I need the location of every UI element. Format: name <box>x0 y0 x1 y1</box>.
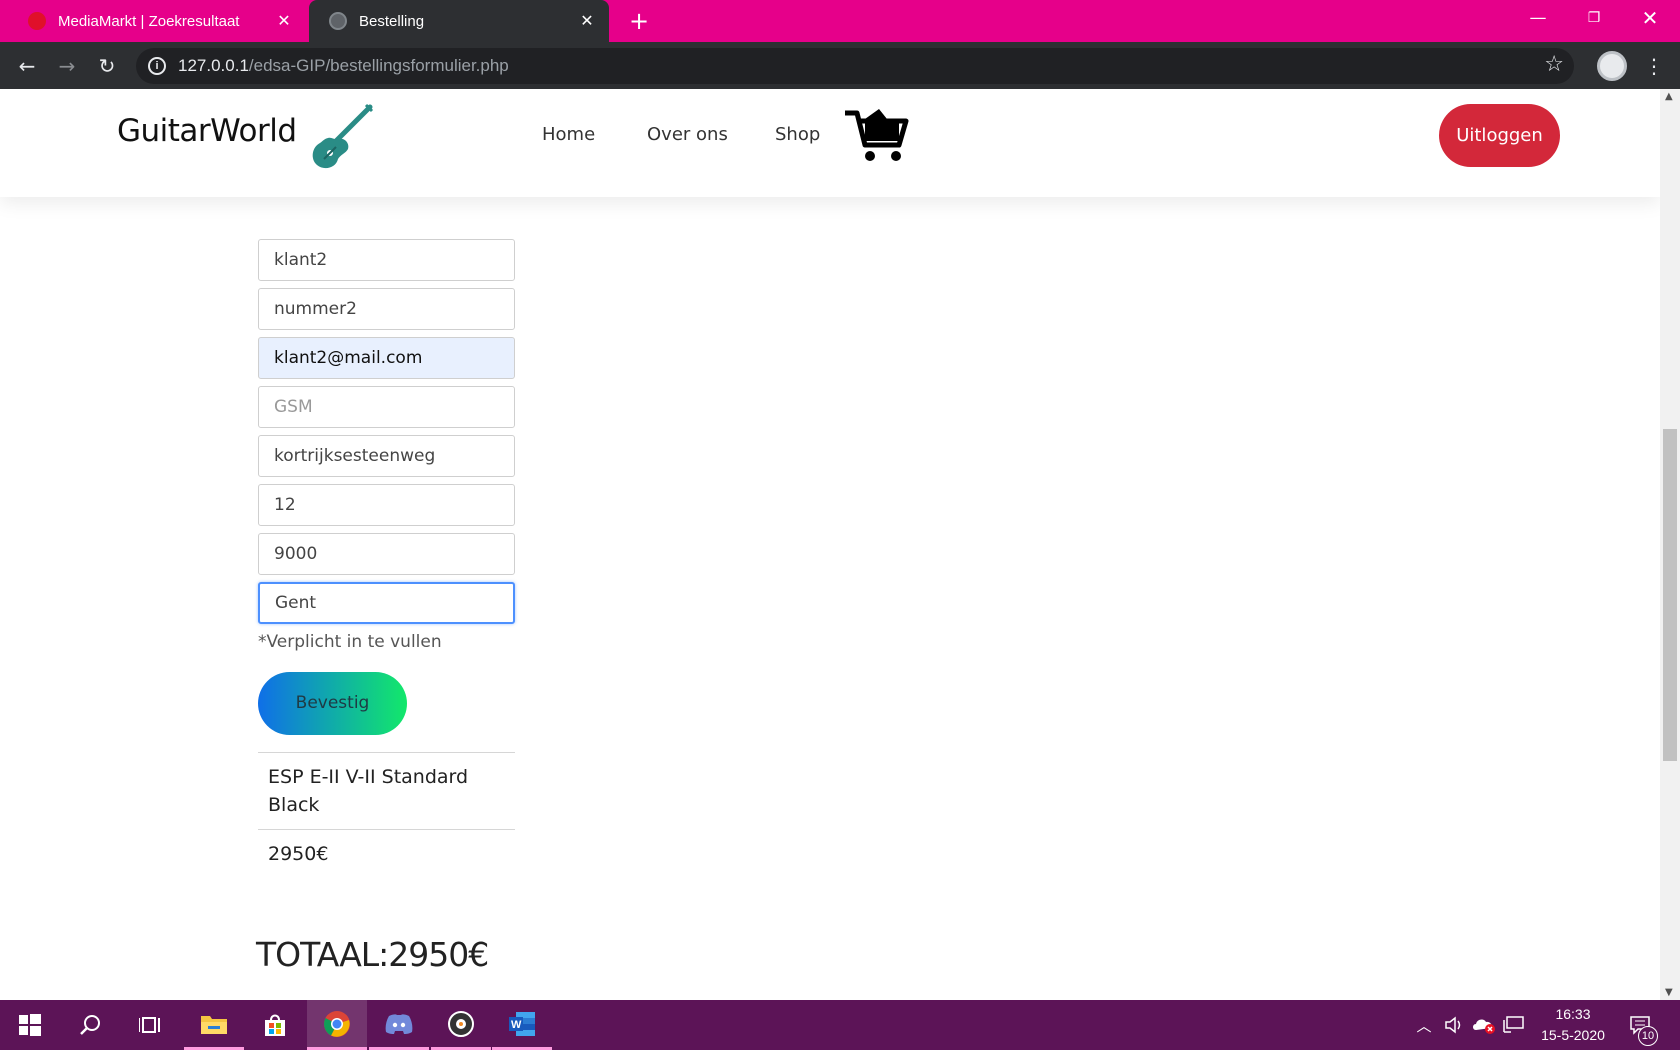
profile-avatar-icon[interactable] <box>1597 51 1627 81</box>
site-info-icon[interactable]: i <box>148 57 166 75</box>
confirm-button[interactable]: Bevestig <box>258 672 407 735</box>
shopping-cart-icon[interactable] <box>843 107 909 165</box>
site-logo[interactable]: GuitarWorld <box>117 113 297 149</box>
nav-home-link[interactable]: Home <box>542 124 595 145</box>
minimize-window-icon[interactable]: — <box>1510 0 1566 38</box>
required-note: *Verplicht in te vullen <box>258 632 442 652</box>
browser-tab-strip: MediaMarkt | Zoekresultaat ✕ Bestelling … <box>0 0 1680 42</box>
phone-input[interactable] <box>258 386 515 428</box>
windows-start-icon[interactable] <box>0 1000 60 1050</box>
city-input[interactable] <box>258 582 515 624</box>
tab-title: Bestelling <box>359 12 425 30</box>
nav-shop-link[interactable]: Shop <box>775 124 820 145</box>
globe-favicon-icon <box>329 12 347 30</box>
tab-title: MediaMarkt | Zoekresultaat <box>58 12 240 30</box>
tab-mediamarkt[interactable]: MediaMarkt | Zoekresultaat ✕ <box>8 0 306 42</box>
last-name-input[interactable] <box>258 288 515 330</box>
show-hidden-icons-chevron-icon[interactable]: ︿ <box>1411 1000 1437 1050</box>
discord-icon[interactable] <box>369 1000 429 1050</box>
url-text[interactable]: 127.0.0.1/edsa-GIP/bestellingsformulier.… <box>178 56 509 76</box>
clock-date: 15-5-2020 <box>1541 1027 1605 1043</box>
tab-bestelling[interactable]: Bestelling ✕ <box>309 0 609 42</box>
order-form <box>258 239 515 631</box>
site-header: GuitarWorld Home Over ons Shop Uitloggen <box>0 89 1660 197</box>
mediamarkt-favicon-icon <box>28 12 46 30</box>
scroll-up-arrow-icon[interactable]: ▲ <box>1665 91 1673 102</box>
search-icon[interactable] <box>60 1000 120 1050</box>
bookmark-star-icon[interactable]: ☆ <box>1544 52 1564 77</box>
music-player-icon[interactable] <box>431 1000 491 1050</box>
task-view-icon[interactable] <box>120 1000 180 1050</box>
product-name-cell: ESP E-II V-II Standard Black <box>258 752 515 829</box>
page-scrollbar[interactable]: ▲ ▼ <box>1660 89 1680 1000</box>
forward-arrow-icon[interactable]: → <box>50 49 84 83</box>
new-tab-plus-icon[interactable]: + <box>624 6 654 36</box>
kebab-menu-icon[interactable]: ⋮ <box>1644 50 1664 82</box>
email-input[interactable] <box>258 337 515 379</box>
back-arrow-icon[interactable]: ← <box>10 49 44 83</box>
windows-taskbar: W ︿ 16:33 15-5-2020 10 <box>0 1000 1680 1050</box>
first-name-input[interactable] <box>258 239 515 281</box>
reload-icon[interactable]: ↻ <box>90 49 124 83</box>
close-tab-icon[interactable]: ✕ <box>272 11 296 31</box>
order-total: TOTAAL:2950€ <box>256 935 489 974</box>
nav-about-link[interactable]: Over ons <box>647 124 728 145</box>
restore-window-icon[interactable]: ❐ <box>1566 0 1622 38</box>
notification-count-badge: 10 <box>1638 1026 1658 1046</box>
street-input[interactable] <box>258 435 515 477</box>
clock-time: 16:33 <box>1555 1006 1591 1022</box>
file-explorer-icon[interactable] <box>184 1000 244 1050</box>
house-number-input[interactable] <box>258 484 515 526</box>
scroll-down-arrow-icon[interactable]: ▼ <box>1665 987 1673 998</box>
chrome-icon[interactable] <box>307 1000 367 1050</box>
address-bar[interactable]: i 127.0.0.1/edsa-GIP/bestellingsformulie… <box>136 48 1574 84</box>
page-viewport: GuitarWorld Home Over ons Shop Uitloggen <box>0 89 1660 1000</box>
close-tab-icon[interactable]: ✕ <box>575 11 599 31</box>
microsoft-store-icon[interactable] <box>245 1000 305 1050</box>
network-icon[interactable] <box>1501 1000 1527 1050</box>
guitar-icon <box>312 103 374 169</box>
taskbar-clock[interactable]: 16:33 15-5-2020 <box>1527 1004 1619 1046</box>
logout-button[interactable]: Uitloggen <box>1439 104 1560 167</box>
close-window-icon[interactable]: ✕ <box>1622 0 1678 38</box>
svg-text:W: W <box>511 1019 522 1031</box>
order-summary-table: ESP E-II V-II Standard Black 2950€ <box>258 752 515 878</box>
scrollbar-thumb[interactable] <box>1663 429 1677 761</box>
word-icon[interactable]: W <box>492 1000 552 1050</box>
product-price-cell: 2950€ <box>258 829 515 878</box>
volume-icon[interactable] <box>1441 1000 1467 1050</box>
browser-toolbar: ← → ↻ i 127.0.0.1/edsa-GIP/bestellingsfo… <box>0 42 1680 89</box>
postal-code-input[interactable] <box>258 533 515 575</box>
onedrive-error-icon[interactable] <box>1471 1000 1497 1050</box>
